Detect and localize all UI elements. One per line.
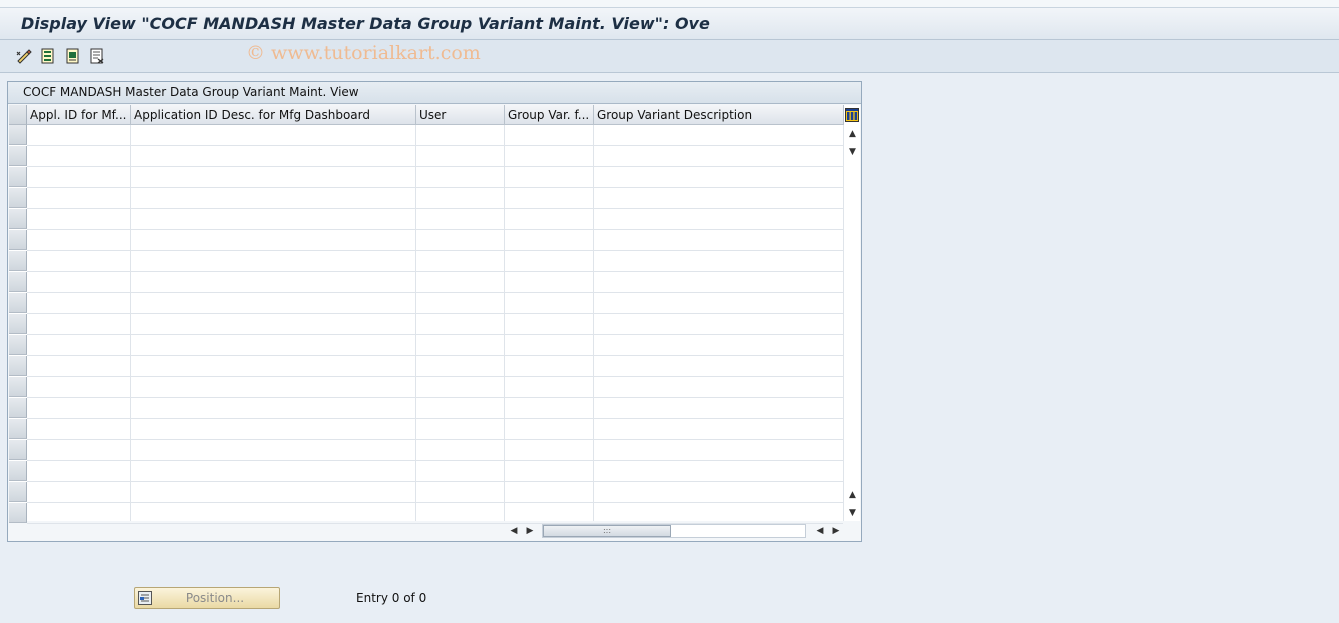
table-row: [27, 313, 843, 314]
window-top-border: [0, 0, 1339, 8]
row-selector[interactable]: [9, 167, 27, 187]
scroll-up-top-icon[interactable]: ▲: [847, 127, 858, 141]
deselect-all-icon: [90, 48, 104, 64]
table-row: [27, 145, 843, 146]
table-row: [27, 250, 843, 251]
data-grid: Appl. ID for Mf... Application ID Desc. …: [9, 105, 860, 524]
display-change-button[interactable]: [15, 47, 33, 65]
row-selector[interactable]: [9, 209, 27, 229]
horizontal-scroll-track[interactable]: :::: [542, 524, 806, 538]
scroll-left-icon[interactable]: ◀: [508, 524, 520, 538]
table-row: [27, 502, 843, 503]
row-selector[interactable]: [9, 293, 27, 313]
row-selector[interactable]: [9, 503, 27, 523]
entry-count: Entry 0 of 0: [356, 591, 427, 605]
column-divider: [593, 125, 594, 521]
row-selector[interactable]: [9, 188, 27, 208]
row-selector[interactable]: [9, 335, 27, 355]
scroll-down-top-icon[interactable]: ▼: [847, 145, 858, 159]
select-block-icon: [66, 48, 79, 64]
row-selector[interactable]: [9, 440, 27, 460]
row-selector[interactable]: [9, 356, 27, 376]
scroll-down-bottom-icon[interactable]: ▼: [847, 506, 858, 520]
row-selector[interactable]: [9, 377, 27, 397]
vertical-scrollbar[interactable]: ▲ ▼ ▲ ▼: [845, 125, 860, 521]
table-row: [27, 439, 843, 440]
column-header-group-variant-desc[interactable]: Group Variant Description: [594, 105, 844, 125]
table-row: [27, 418, 843, 419]
watermark: © www.tutorialkart.com: [246, 42, 481, 64]
row-selector[interactable]: [9, 272, 27, 292]
table-row: [27, 208, 843, 209]
position-button[interactable]: Position...: [134, 587, 280, 609]
table-title-bar: COCF MANDASH Master Data Group Variant M…: [8, 82, 861, 104]
select-all-rows-cell[interactable]: [9, 105, 27, 125]
table-row: [27, 292, 843, 293]
scroll-right-icon[interactable]: ▶: [524, 524, 536, 538]
column-divider: [130, 125, 131, 521]
select-all-button[interactable]: [39, 47, 57, 65]
table-row: [27, 229, 843, 230]
column-header-user[interactable]: User: [416, 105, 505, 125]
row-selector[interactable]: [9, 230, 27, 250]
page-title: Display View "COCF MANDASH Master Data G…: [21, 14, 710, 33]
horizontal-scrollbar[interactable]: ◀ ▶ ::: ◀ ▶: [506, 523, 861, 539]
scroll-up-bottom-icon[interactable]: ▲: [847, 488, 858, 502]
scroll-left-end-icon[interactable]: ◀: [814, 524, 826, 538]
column-configuration-button[interactable]: [844, 106, 860, 124]
row-selector[interactable]: [9, 461, 27, 481]
row-selector[interactable]: [9, 251, 27, 271]
table-title: COCF MANDASH Master Data Group Variant M…: [23, 85, 359, 99]
row-selector[interactable]: [9, 419, 27, 439]
row-selector[interactable]: [9, 146, 27, 166]
select-all-icon: [41, 48, 54, 64]
position-button-label: Position...: [185, 591, 245, 605]
table-row: [27, 460, 843, 461]
table-row: [27, 397, 843, 398]
row-selector[interactable]: [9, 398, 27, 418]
row-selector[interactable]: [9, 314, 27, 334]
deselect-all-button[interactable]: [88, 47, 106, 65]
row-selector[interactable]: [9, 482, 27, 502]
table-row: [27, 271, 843, 272]
table-row: [27, 334, 843, 335]
table-row: [27, 355, 843, 356]
application-toolbar: [0, 40, 1339, 73]
column-header-application-desc[interactable]: Application ID Desc. for Mfg Dashboard: [131, 105, 416, 125]
table-row: [27, 376, 843, 377]
table-settings-icon: [845, 108, 859, 122]
column-header-appl-id[interactable]: Appl. ID for Mf...: [27, 105, 131, 125]
column-header-group-var[interactable]: Group Var. f...: [505, 105, 594, 125]
table-control-panel: COCF MANDASH Master Data Group Variant M…: [7, 81, 862, 542]
table-row: [27, 166, 843, 167]
column-divider: [415, 125, 416, 521]
select-block-button[interactable]: [64, 47, 82, 65]
table-row: [27, 187, 843, 188]
horizontal-scroll-thumb[interactable]: :::: [543, 525, 671, 537]
column-divider: [504, 125, 505, 521]
column-divider: [843, 125, 844, 521]
table-row: [27, 481, 843, 482]
display-change-icon: [16, 49, 32, 64]
row-selector[interactable]: [9, 125, 27, 145]
title-bar: Display View "COCF MANDASH Master Data G…: [0, 8, 1339, 40]
scroll-right-end-icon[interactable]: ▶: [830, 524, 842, 538]
